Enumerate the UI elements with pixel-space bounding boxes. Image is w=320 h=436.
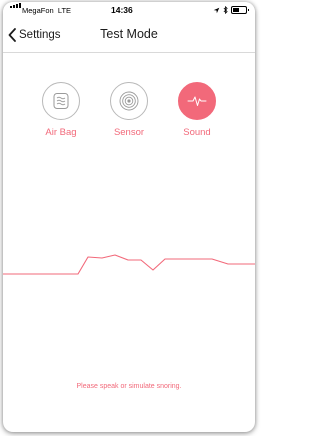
network-type: LTE (57, 6, 72, 15)
navigation-bar: Settings Test Mode (3, 20, 255, 53)
mode-sound-button[interactable]: Sound (167, 82, 227, 138)
test-mode-selector: Air Bag Sensor Sound (3, 82, 255, 152)
location-arrow-icon (213, 7, 220, 13)
phone-screen: MegaFon LTE 14:36 Settings Test Mode Air… (3, 2, 255, 432)
mode-sound-label: Sound (183, 127, 211, 138)
sound-waveform (3, 254, 255, 275)
mode-sensor-label: Sensor (113, 127, 145, 138)
mode-air-bag-label: Air Bag (45, 127, 77, 138)
status-bar: MegaFon LTE 14:36 (3, 2, 255, 20)
mode-air-bag-button[interactable]: Air Bag (31, 82, 91, 138)
status-icons (213, 6, 249, 14)
battery-icon (231, 6, 249, 14)
carrier-name: MegaFon (22, 6, 54, 15)
sound-wave-icon (187, 96, 207, 106)
air-bag-icon (53, 93, 69, 109)
instruction-text: Please speak or simulate snoring. (76, 383, 182, 390)
bluetooth-icon (223, 6, 228, 14)
page-title: Test Mode (100, 27, 158, 41)
carrier-info: MegaFon LTE (22, 6, 71, 15)
sensor-icon (119, 91, 139, 111)
clock: 14:36 (111, 5, 133, 15)
mode-sensor-button[interactable]: Sensor (99, 82, 159, 138)
